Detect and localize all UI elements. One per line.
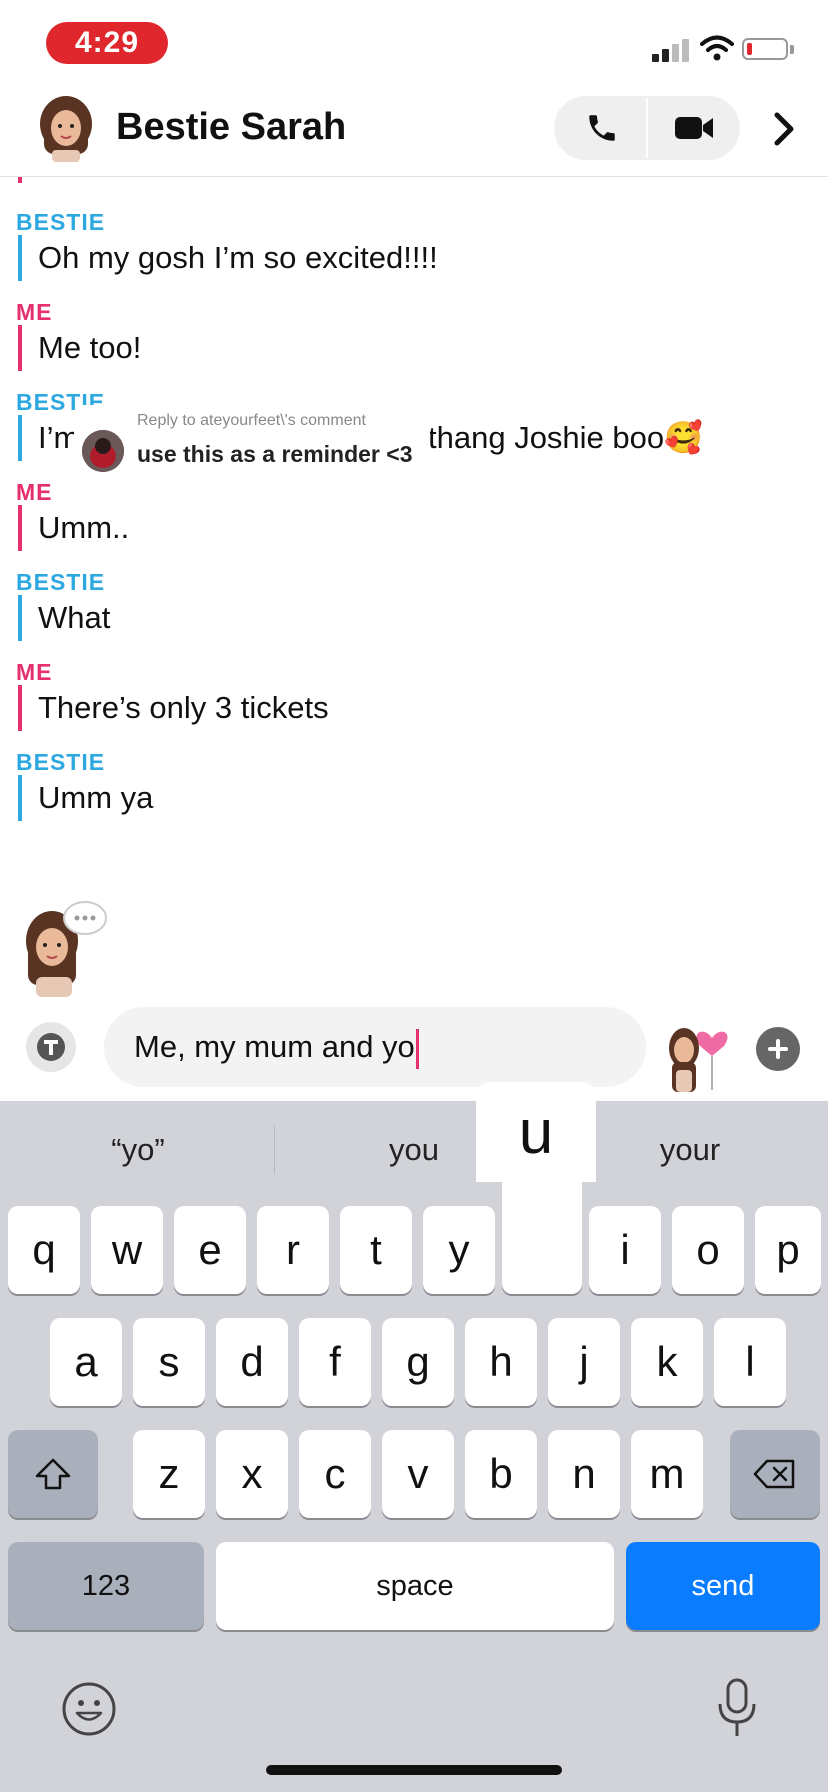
message-bubble[interactable]: There’s only 3 tickets xyxy=(18,685,329,731)
message-text-end: thang Joshie boo🥰 xyxy=(428,420,703,455)
key-a[interactable]: a xyxy=(50,1318,122,1406)
text-tool-button[interactable] xyxy=(26,1022,76,1072)
message-bubble[interactable]: What xyxy=(18,595,110,641)
key-m[interactable]: m xyxy=(631,1430,703,1518)
sender-label: BESTIE xyxy=(16,569,106,595)
key-t[interactable]: t xyxy=(340,1206,412,1294)
bitmoji-sticker-button[interactable] xyxy=(660,1010,736,1092)
key-z[interactable]: z xyxy=(133,1430,205,1518)
wifi-icon xyxy=(700,35,734,61)
key-u[interactable] xyxy=(502,1168,582,1294)
signal-icon xyxy=(652,38,692,62)
chevron-right-button[interactable] xyxy=(764,104,804,154)
video-camera-icon xyxy=(675,117,713,139)
reply-caption: Reply to ateyourfeet\'s comment xyxy=(137,412,366,429)
bitmoji-avatar[interactable] xyxy=(32,94,100,162)
key-popup-u: u xyxy=(476,1082,596,1182)
home-indicator xyxy=(266,1765,562,1775)
message-bubble[interactable]: Umm ya xyxy=(18,775,153,821)
call-divider xyxy=(646,98,648,158)
key-h[interactable]: h xyxy=(465,1318,537,1406)
key-b[interactable]: b xyxy=(465,1430,537,1518)
suggestion-3[interactable]: your xyxy=(592,1128,788,1172)
message-list: BESTIE Oh my gosh I’m so excited!!!! ME … xyxy=(0,177,828,997)
key-c[interactable]: c xyxy=(299,1430,371,1518)
key-x[interactable]: x xyxy=(216,1430,288,1518)
shift-key[interactable] xyxy=(8,1430,98,1518)
key-l[interactable]: l xyxy=(714,1318,786,1406)
key-e[interactable]: e xyxy=(174,1206,246,1294)
key-w[interactable]: w xyxy=(91,1206,163,1294)
phone-icon xyxy=(589,115,615,141)
chevron-right-icon xyxy=(774,112,794,146)
key-v[interactable]: v xyxy=(382,1430,454,1518)
message-bubble[interactable]: Me too! xyxy=(18,325,141,371)
sender-label: BESTIE xyxy=(16,209,106,235)
key-j[interactable]: j xyxy=(548,1318,620,1406)
message-input[interactable]: Me, my mum and yo xyxy=(104,1007,646,1087)
sender-label: ME xyxy=(16,659,53,685)
sender-label: ME xyxy=(16,299,53,325)
message-input-text: Me, my mum and yo xyxy=(134,1029,415,1064)
emoji-icon[interactable] xyxy=(60,1680,118,1738)
chat-title[interactable]: Bestie Sarah xyxy=(116,100,346,154)
suggestion-1[interactable]: “yo” xyxy=(40,1128,236,1172)
suggestion-divider xyxy=(274,1126,275,1174)
key-o[interactable]: o xyxy=(672,1206,744,1294)
key-i[interactable]: i xyxy=(589,1206,661,1294)
plus-icon xyxy=(768,1039,788,1059)
sender-label: BESTIE xyxy=(16,749,106,775)
text-t-icon xyxy=(37,1033,65,1061)
backspace-icon xyxy=(753,1459,795,1489)
key-d[interactable]: d xyxy=(216,1318,288,1406)
shift-icon xyxy=(35,1458,71,1490)
key-g[interactable]: g xyxy=(382,1318,454,1406)
space-key[interactable]: space xyxy=(216,1542,614,1630)
key-p[interactable]: p xyxy=(755,1206,821,1294)
sender-label: ME xyxy=(16,479,53,505)
microphone-icon[interactable] xyxy=(712,1676,762,1740)
status-time: 4:29 xyxy=(46,22,168,64)
message-bubble[interactable]: Oh my gosh I’m so excited!!!! xyxy=(18,235,438,281)
typing-indicator-icon xyxy=(63,901,107,935)
key-s[interactable]: s xyxy=(133,1318,205,1406)
battery-icon xyxy=(742,38,788,60)
backspace-key[interactable] xyxy=(730,1430,820,1518)
message-partial xyxy=(18,177,38,183)
key-k[interactable]: k xyxy=(631,1318,703,1406)
text-caret xyxy=(415,1028,419,1069)
send-key[interactable]: send xyxy=(626,1542,820,1630)
battery-tip xyxy=(790,45,794,54)
key-f[interactable]: f xyxy=(299,1318,371,1406)
video-call-button[interactable] xyxy=(656,100,732,156)
reply-comment-text: use this as a reminder <3 xyxy=(137,441,413,467)
key-y[interactable]: y xyxy=(423,1206,495,1294)
plus-button[interactable] xyxy=(756,1027,800,1071)
key-q[interactable]: q xyxy=(8,1206,80,1294)
numbers-key[interactable]: 123 xyxy=(8,1542,204,1630)
voice-call-button[interactable] xyxy=(566,100,638,156)
key-n[interactable]: n xyxy=(548,1430,620,1518)
key-r[interactable]: r xyxy=(257,1206,329,1294)
commenter-avatar xyxy=(82,430,124,472)
